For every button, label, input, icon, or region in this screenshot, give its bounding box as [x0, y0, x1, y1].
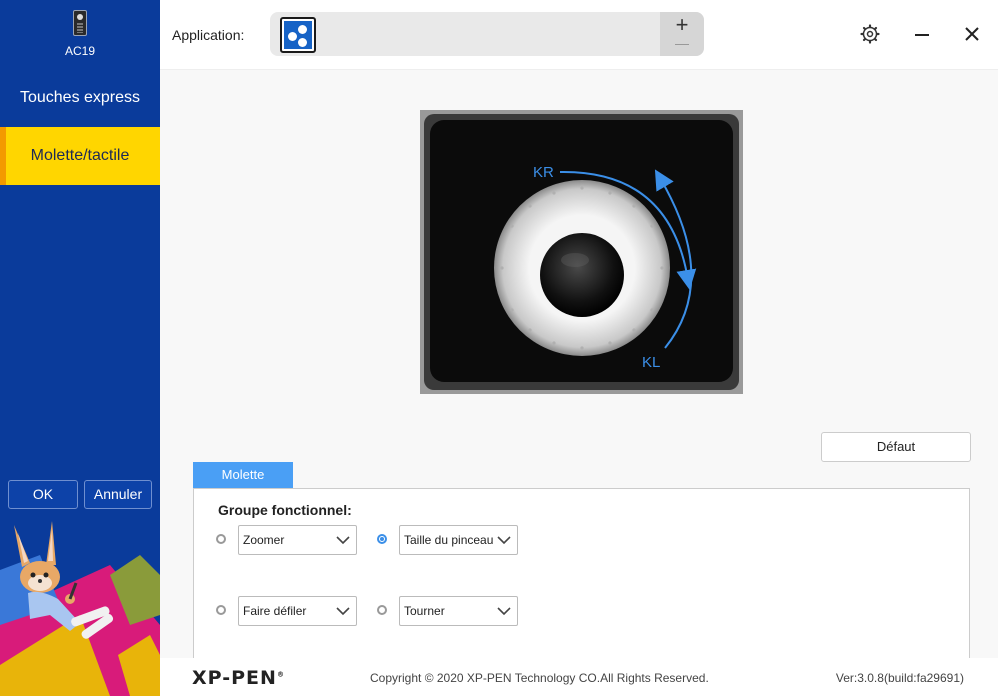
radio-zoom[interactable] [216, 534, 226, 544]
remove-application-button[interactable] [675, 44, 689, 45]
kr-label: KR [533, 164, 554, 181]
sidebar-item-label: Molette/tactile [30, 147, 130, 164]
radio-scroll[interactable] [216, 605, 226, 615]
active-indicator [0, 127, 6, 185]
select-value: Faire défiler [243, 604, 307, 618]
device-info: AC19 [0, 0, 160, 68]
device-icon [73, 10, 87, 36]
close-icon[interactable] [960, 22, 984, 46]
radio-rotate[interactable] [377, 605, 387, 615]
mascot-illustration [0, 521, 160, 696]
select-value: Tourner [404, 604, 445, 618]
sidebar: AC19 Touches express Molette/tactile OK … [0, 0, 160, 696]
sidebar-item-label: Touches express [19, 89, 141, 106]
chevron-down-icon [497, 607, 511, 616]
group-title: Groupe fonctionnel: [218, 502, 352, 518]
minimize-icon[interactable] [910, 22, 934, 46]
application-label: Application: [172, 27, 245, 43]
application-bar: + [270, 12, 704, 56]
select-value: Zoomer [243, 533, 285, 547]
gear-icon[interactable] [858, 22, 882, 46]
wheel-settings-panel: Groupe fonctionnel: Zoomer Taille du pin… [193, 488, 970, 658]
app-controls: + [660, 12, 704, 56]
top-bar: Application: + [160, 0, 998, 70]
radio-brush-size[interactable] [377, 534, 387, 544]
cancel-button[interactable]: Annuler [84, 480, 152, 509]
chevron-down-icon [497, 536, 511, 545]
tab-molette[interactable]: Molette [193, 462, 293, 488]
sidebar-item-express-keys[interactable]: Touches express [0, 69, 160, 127]
default-button[interactable]: Défaut [821, 432, 971, 462]
copyright-text: Copyright © 2020 XP-PEN Technology CO.Al… [370, 671, 709, 685]
chevron-down-icon [336, 536, 350, 545]
chevron-down-icon [336, 607, 350, 616]
footer: XP-PEN® Copyright © 2020 XP-PEN Technolo… [160, 658, 998, 696]
ok-button[interactable]: OK [8, 480, 78, 509]
version-text: Ver:3.0.8(build:fa29691) [835, 671, 964, 685]
generic-app-icon[interactable] [280, 17, 316, 53]
sidebar-item-wheel[interactable]: Molette/tactile [0, 127, 160, 185]
kl-label: KL [642, 354, 660, 371]
xp-pen-logo: XP-PEN® [192, 667, 285, 689]
brush-size-select[interactable]: Taille du pinceau [399, 525, 518, 555]
wheel-diagram: KR KL [420, 110, 743, 394]
device-name: AC19 [64, 44, 96, 58]
add-application-button[interactable]: + [660, 14, 704, 36]
rotate-select[interactable]: Tourner [399, 596, 518, 626]
select-value: Taille du pinceau [404, 533, 494, 547]
zoom-select[interactable]: Zoomer [238, 525, 357, 555]
scroll-select[interactable]: Faire défiler [238, 596, 357, 626]
